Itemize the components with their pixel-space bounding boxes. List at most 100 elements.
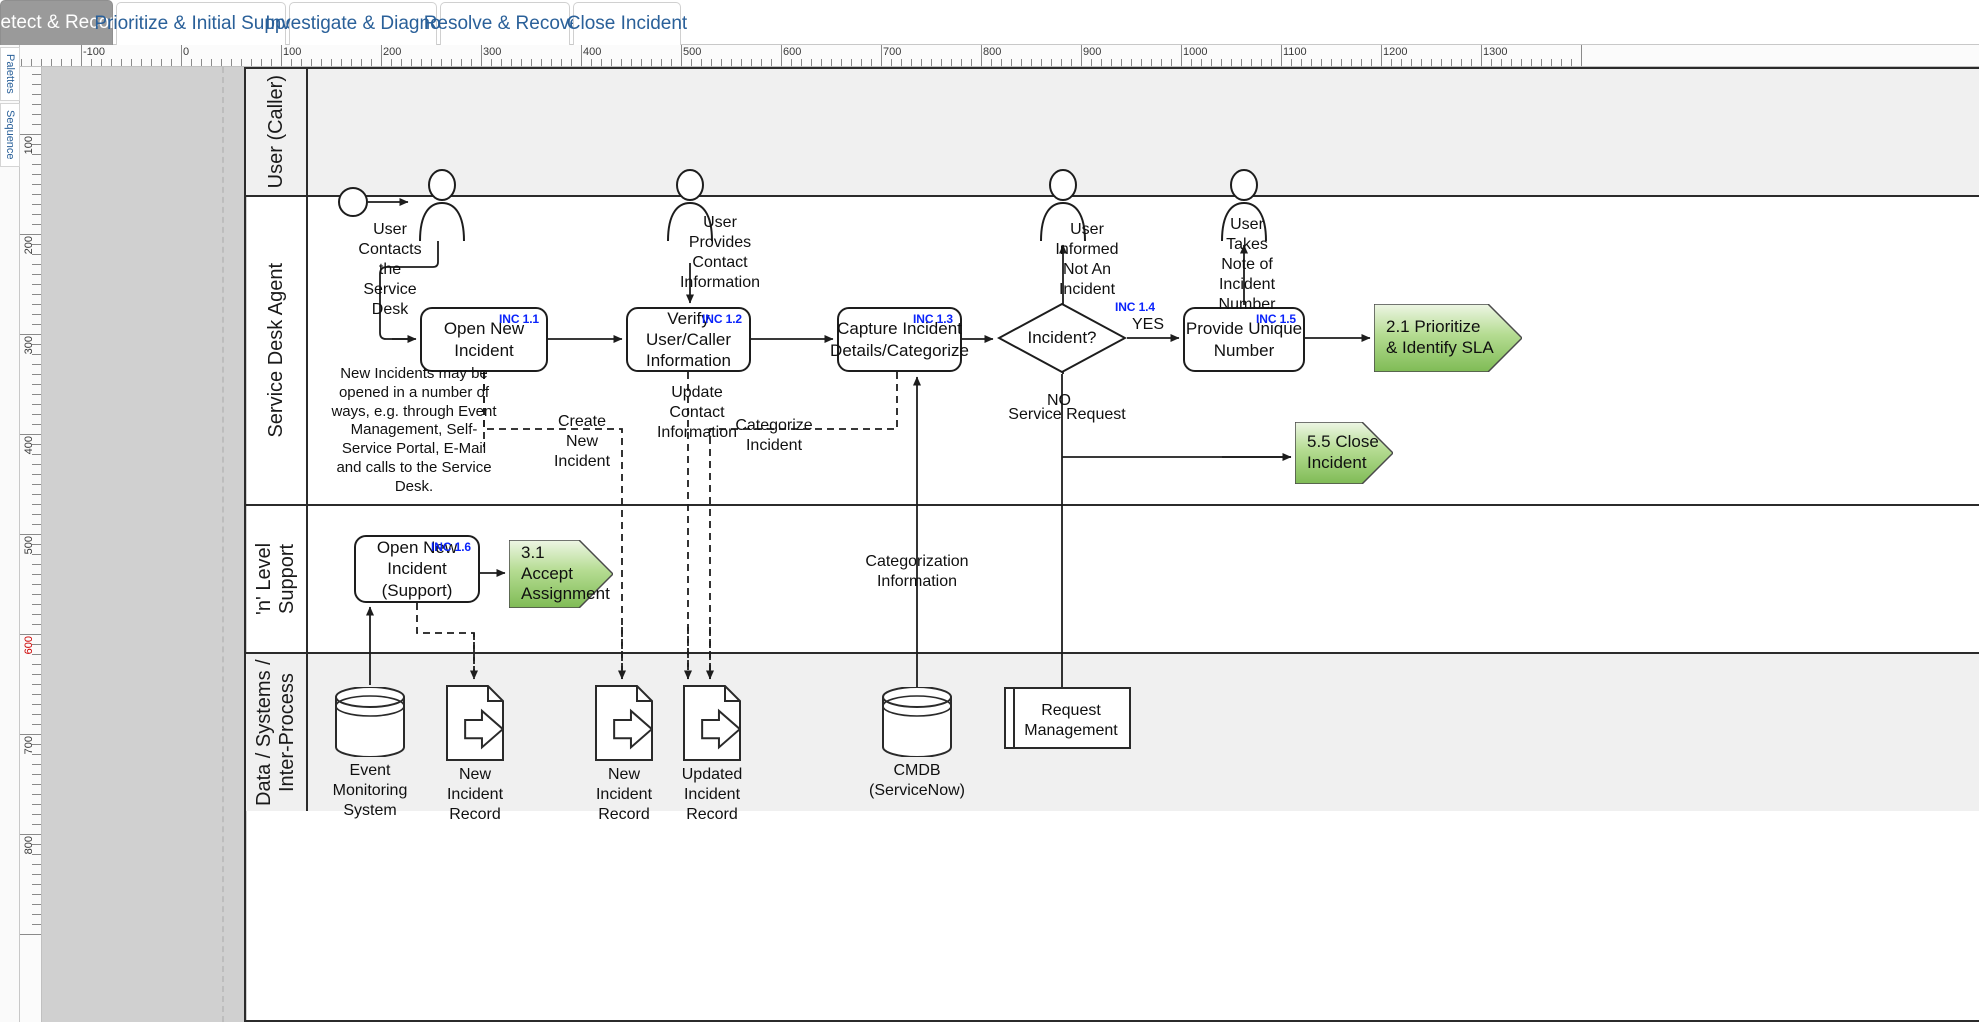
process-inc15[interactable]: INC 1.5Provide UniqueNumber bbox=[1183, 307, 1305, 372]
horizontal-ruler[interactable]: -100010020030040050060070080090010001100… bbox=[20, 45, 1979, 67]
ruler-tick bbox=[391, 59, 392, 67]
ruler-tick bbox=[32, 644, 42, 645]
ruler-tick bbox=[941, 59, 942, 67]
swimlane-header[interactable]: 'n' Level Support bbox=[246, 506, 308, 652]
ruler-tick bbox=[71, 59, 72, 67]
ruler-tick bbox=[181, 45, 182, 67]
data-object-label: NewIncidentRecord bbox=[395, 765, 555, 825]
ruler-tick bbox=[461, 59, 462, 67]
ruler-tick bbox=[661, 59, 662, 67]
decision-incident[interactable]: Incident? bbox=[997, 302, 1127, 374]
ruler-tick bbox=[32, 294, 42, 295]
annotation-user-takes-note: UserTakesNote ofIncidentNumber bbox=[1182, 215, 1312, 315]
ruler-tick bbox=[771, 59, 772, 67]
tab-resolve-recover[interactable]: Resolve & Recover bbox=[440, 2, 570, 45]
ruler-tick bbox=[32, 404, 42, 405]
ruler-label: 800 bbox=[23, 836, 35, 854]
ruler-tick bbox=[371, 59, 372, 67]
ruler-tick bbox=[1331, 59, 1332, 67]
process-code: INC 1.2 bbox=[702, 312, 742, 327]
swimlane-body[interactable] bbox=[308, 69, 1979, 195]
annotation-user-informed: UserInformedNot AnIncident bbox=[1022, 220, 1152, 300]
ruler-tick bbox=[1201, 59, 1202, 67]
left-palette-strip: Palettes Sequence bbox=[0, 45, 20, 1022]
chev-prioritize[interactable]: 2.1 Prioritize& Identify SLA bbox=[1374, 304, 1522, 372]
ruler-tick bbox=[1151, 59, 1152, 67]
vertical-ruler[interactable]: 100200300400500600700800 bbox=[20, 67, 42, 1022]
data-object-doc-updated[interactable] bbox=[683, 685, 741, 761]
ruler-tick bbox=[32, 414, 42, 415]
ruler-label: 600 bbox=[23, 636, 35, 654]
swimlane-label: Service Desk Agent bbox=[265, 263, 288, 438]
swimlane-label: User (Caller) bbox=[265, 75, 288, 188]
ruler-tick bbox=[20, 834, 42, 835]
ruler-tick bbox=[32, 884, 42, 885]
tab-prioritize-initial-support[interactable]: Prioritize & Initial Support bbox=[116, 2, 286, 45]
swimlane-header[interactable]: User (Caller) bbox=[246, 69, 308, 195]
ruler-tick bbox=[651, 59, 652, 67]
ruler-tick bbox=[171, 59, 172, 67]
ruler-tick bbox=[321, 59, 322, 67]
ruler-tick bbox=[1131, 59, 1132, 67]
process-inc16[interactable]: INC 1.6Open New Incident(Support) bbox=[354, 535, 480, 603]
ruler-tick bbox=[1461, 59, 1462, 67]
ruler-tick bbox=[161, 59, 162, 67]
data-object-db-cmdb[interactable] bbox=[882, 687, 952, 757]
tab-close-incident[interactable]: Close Incident bbox=[573, 2, 681, 45]
ruler-tick bbox=[32, 584, 42, 585]
ruler-tick bbox=[1511, 59, 1512, 67]
ruler-tick bbox=[32, 744, 42, 745]
annotation-create-new-incident: CreateNewIncident bbox=[532, 412, 632, 472]
ruler-tick bbox=[1281, 45, 1282, 67]
ruler-tick bbox=[131, 59, 132, 67]
ruler-tick bbox=[1481, 45, 1482, 67]
ruler-tick bbox=[32, 524, 42, 525]
ruler-label: 100 bbox=[23, 136, 35, 154]
ruler-label: 300 bbox=[23, 336, 35, 354]
ruler-tick bbox=[991, 59, 992, 67]
ruler-tick bbox=[881, 45, 882, 67]
ruler-tick bbox=[851, 59, 852, 67]
swimlane-header[interactable]: Service Desk Agent bbox=[246, 197, 308, 504]
data-object-label: RequestManagement bbox=[991, 701, 1151, 741]
data-object-doc-new-2[interactable] bbox=[595, 685, 653, 761]
page-break-line bbox=[222, 67, 224, 1022]
data-object-doc-new-1[interactable] bbox=[446, 685, 504, 761]
ruler-tick bbox=[1041, 59, 1042, 67]
process-code: INC 1.3 bbox=[913, 312, 953, 327]
tab-label: Close Incident bbox=[567, 13, 687, 35]
data-object-db-event[interactable] bbox=[335, 687, 405, 757]
chev-accept[interactable]: 3.1AcceptAssignment bbox=[509, 540, 613, 608]
ruler-tick bbox=[32, 754, 42, 755]
ruler-tick bbox=[32, 674, 42, 675]
ruler-tick bbox=[601, 59, 602, 67]
ruler-tick bbox=[1221, 59, 1222, 67]
ruler-tick bbox=[581, 45, 582, 67]
ruler-tick bbox=[32, 894, 42, 895]
ruler-tick bbox=[551, 59, 552, 67]
ruler-tick bbox=[1341, 59, 1342, 67]
ruler-tick bbox=[401, 59, 402, 67]
ruler-tick bbox=[1451, 59, 1452, 67]
ruler-tick bbox=[1351, 59, 1352, 67]
vertical-tab-palettes[interactable]: Palettes bbox=[0, 47, 20, 101]
ruler-tick bbox=[1401, 59, 1402, 67]
ruler-tick bbox=[32, 544, 42, 545]
process-inc12[interactable]: INC 1.2Verify User/CallerInformation bbox=[626, 307, 751, 372]
tab-investigate-diagnose[interactable]: Investigate & Diagnose bbox=[289, 2, 437, 45]
vertical-tab-sequence[interactable]: Sequence bbox=[0, 103, 20, 167]
ruler-tick bbox=[32, 244, 42, 245]
ruler-tick bbox=[1371, 59, 1372, 67]
ruler-tick bbox=[761, 59, 762, 67]
ruler-tick bbox=[41, 59, 42, 67]
process-inc13[interactable]: INC 1.3Capture IncidentDetails/Categoriz… bbox=[837, 307, 962, 372]
ruler-tick bbox=[491, 59, 492, 67]
diagram-canvas[interactable]: User (Caller) Service Desk Agent 'n' Level… bbox=[42, 67, 1979, 1022]
vertical-tab-sequence-label: Sequence bbox=[4, 110, 16, 160]
swimlane-user-caller[interactable]: User (Caller) bbox=[246, 69, 1979, 197]
start-event[interactable] bbox=[338, 187, 368, 217]
chev-close[interactable]: 5.5 CloseIncident bbox=[1295, 422, 1393, 484]
ruler-tick bbox=[871, 59, 872, 67]
yes-label: YES bbox=[1132, 315, 1164, 335]
swimlane-n-level-support[interactable]: 'n' Level Support bbox=[246, 506, 1979, 654]
